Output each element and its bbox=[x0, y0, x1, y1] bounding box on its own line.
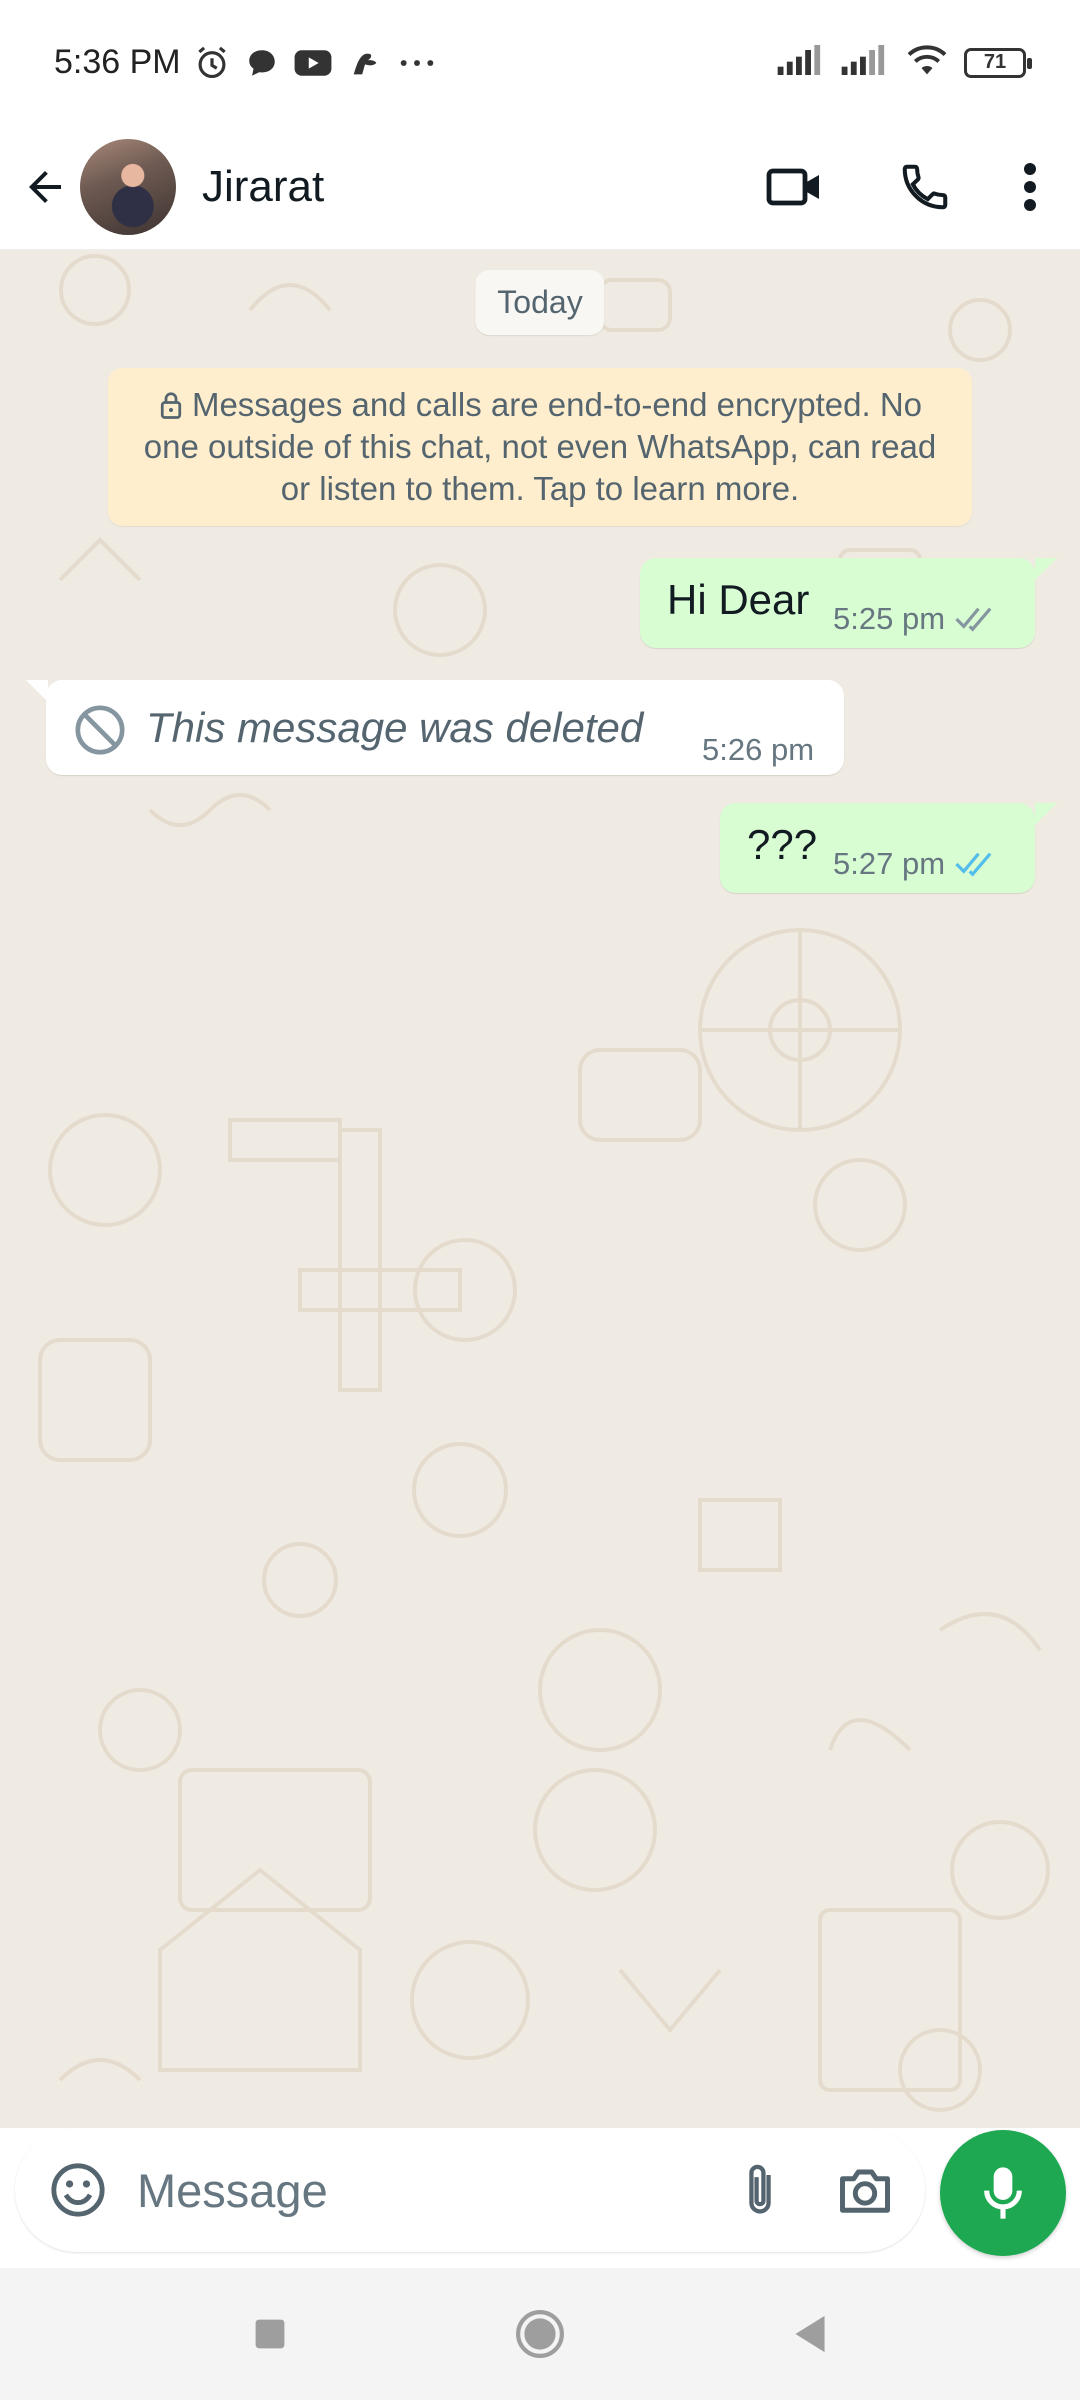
more-options-button[interactable] bbox=[990, 132, 1070, 242]
voice-call-icon bbox=[902, 164, 948, 210]
battery-icon: 71 bbox=[964, 47, 1032, 78]
read-check-icon bbox=[955, 852, 992, 877]
message-composer bbox=[15, 2128, 925, 2252]
message-meta: 5:25 pm bbox=[833, 601, 999, 637]
message-bubble-outgoing[interactable]: ??? 5:27 pm bbox=[720, 803, 1035, 893]
message-time: 5:25 pm bbox=[833, 601, 946, 636]
status-time: 5:36 PM bbox=[54, 43, 181, 81]
recents-button[interactable] bbox=[230, 2294, 310, 2374]
home-button[interactable] bbox=[500, 2294, 580, 2374]
message-text: Hi Dear bbox=[667, 576, 810, 623]
lock-icon bbox=[160, 392, 182, 419]
signal-icon bbox=[776, 43, 826, 82]
chat-wallpaper bbox=[38, 254, 1050, 2112]
more-dots-icon bbox=[397, 46, 437, 80]
camera-icon bbox=[840, 2169, 890, 2213]
deleted-message-text: This message was deleted bbox=[146, 704, 644, 751]
double-check-icon bbox=[955, 607, 992, 632]
avatar[interactable] bbox=[80, 139, 176, 235]
message-time: 5:26 pm bbox=[702, 732, 815, 767]
emoji-icon bbox=[51, 2163, 105, 2217]
wifi-icon bbox=[904, 42, 950, 83]
back-arrow-icon bbox=[29, 171, 61, 203]
voice-call-button[interactable] bbox=[860, 132, 990, 242]
message-bubble-incoming-deleted[interactable]: This message was deleted 5:26 pm bbox=[46, 680, 844, 775]
paperclip-icon bbox=[749, 2164, 771, 2214]
back-button[interactable] bbox=[10, 137, 80, 237]
message-bubble-outgoing[interactable]: Hi Dear 5:25 pm bbox=[640, 558, 1035, 648]
status-system-icons: 71 bbox=[776, 42, 1032, 83]
video-call-button[interactable] bbox=[730, 132, 860, 242]
more-vert-icon bbox=[1024, 163, 1036, 211]
encryption-notice-text: Messages and calls are end-to-end encryp… bbox=[143, 386, 937, 507]
video-call-icon bbox=[766, 168, 819, 206]
microphone-icon bbox=[984, 2167, 1022, 2219]
message-meta: 5:27 pm bbox=[833, 846, 999, 882]
message-input[interactable] bbox=[137, 2162, 697, 2218]
date-chip: Today bbox=[475, 270, 605, 335]
encryption-notice[interactable]: Messages and calls are end-to-end encryp… bbox=[108, 368, 972, 526]
system-navigation-bar bbox=[0, 2268, 1080, 2400]
chat-area[interactable]: Today Messages and calls are end-to-end … bbox=[0, 250, 1080, 2128]
signal-icon bbox=[840, 43, 890, 82]
voice-message-button[interactable] bbox=[940, 2130, 1066, 2256]
chat-header: Jirarat bbox=[0, 125, 1080, 250]
back-nav-button[interactable] bbox=[770, 2294, 850, 2374]
attach-button[interactable] bbox=[715, 2128, 805, 2252]
triangle-back-icon bbox=[795, 2315, 825, 2353]
status-bar: 5:36 PM 71 bbox=[0, 0, 1080, 125]
contact-name[interactable]: Jirarat bbox=[202, 162, 324, 212]
chat-icon bbox=[245, 46, 279, 80]
alarm-icon bbox=[193, 44, 231, 82]
app-icon bbox=[347, 46, 383, 80]
status-notification-icons bbox=[193, 44, 437, 82]
emoji-button[interactable] bbox=[23, 2128, 133, 2252]
message-text: ??? bbox=[747, 821, 818, 868]
home-circle-icon bbox=[516, 2310, 564, 2358]
square-icon bbox=[255, 2319, 285, 2349]
header-actions bbox=[730, 132, 1080, 242]
block-icon bbox=[75, 705, 125, 755]
message-meta: 5:26 pm bbox=[702, 732, 814, 768]
camera-button[interactable] bbox=[805, 2128, 925, 2252]
message-time: 5:27 pm bbox=[833, 846, 946, 881]
youtube-icon bbox=[293, 46, 333, 80]
